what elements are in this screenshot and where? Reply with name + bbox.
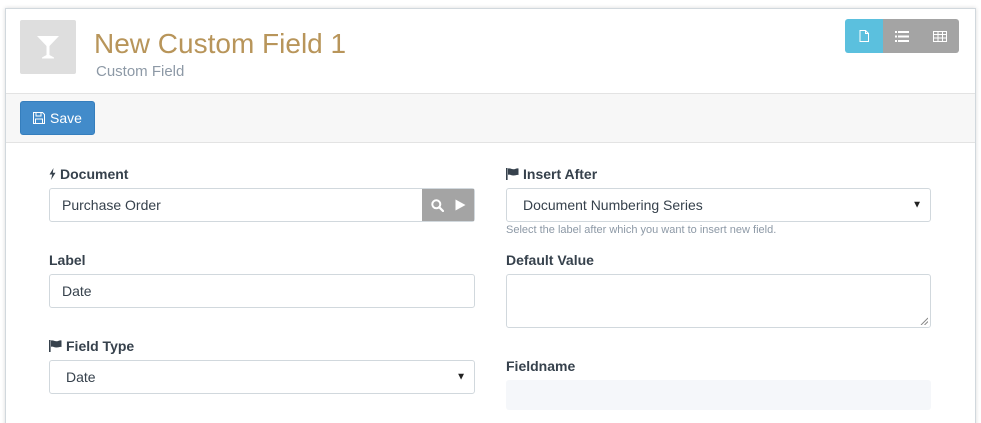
insert-after-help-text: Select the label after which you want to… (506, 224, 777, 236)
form-view-button[interactable] (845, 19, 883, 53)
insert-after-select[interactable]: Document Numbering Series ▼ (506, 188, 931, 222)
play-arrow-icon[interactable] (455, 199, 466, 211)
label-field-label: Label (49, 252, 86, 268)
flag-icon (49, 340, 62, 352)
page-title: New Custom Field 1 (94, 28, 347, 59)
cocktail-glass-icon (37, 36, 59, 59)
field-type-label: Field Type (49, 338, 134, 354)
table-icon (933, 30, 947, 42)
save-button[interactable]: Save (20, 101, 95, 135)
fieldname-label: Fieldname (506, 358, 575, 374)
document-label-text: Document (60, 166, 129, 182)
search-icon[interactable] (430, 198, 444, 212)
caret-down-icon: ▼ (912, 199, 922, 211)
flag-icon (506, 168, 519, 180)
document-link-buttons (422, 189, 474, 221)
default-value-label-text: Default Value (506, 252, 594, 268)
document-value: Purchase Order (62, 197, 161, 213)
list-icon (895, 30, 909, 42)
form-frame: New Custom Field 1 Custom Field Save Doc… (5, 8, 976, 423)
app-icon (20, 20, 76, 74)
list-view-button[interactable] (883, 19, 921, 53)
document-icon (859, 30, 869, 42)
resize-grip-icon[interactable] (920, 317, 928, 325)
floppy-disk-icon (33, 112, 46, 124)
label-input[interactable]: Date (49, 274, 475, 308)
field-type-select[interactable]: Date ▼ (49, 360, 475, 394)
insert-after-label: Insert After (506, 166, 597, 182)
view-switcher (845, 19, 959, 53)
field-type-value: Date (66, 369, 96, 385)
page-subtitle: Custom Field (96, 63, 185, 80)
save-button-label: Save (50, 110, 82, 126)
fieldname-readonly-value (506, 380, 931, 410)
fieldname-label-text: Fieldname (506, 358, 576, 374)
field-type-label-text: Field Type (66, 338, 135, 354)
insert-after-value: Document Numbering Series (523, 197, 703, 213)
document-link-input[interactable]: Purchase Order (49, 188, 475, 222)
label-value: Date (62, 283, 92, 299)
bolt-icon (49, 168, 56, 180)
page-header: New Custom Field 1 Custom Field (6, 9, 975, 94)
report-view-button[interactable] (921, 19, 959, 53)
default-value-textarea[interactable] (506, 274, 931, 328)
insert-after-label-text: Insert After (523, 166, 598, 182)
caret-down-icon: ▼ (456, 371, 466, 383)
action-toolbar: Save (6, 94, 975, 143)
label-field-label-text: Label (49, 252, 86, 268)
document-label: Document (49, 166, 128, 182)
default-value-label: Default Value (506, 252, 594, 268)
